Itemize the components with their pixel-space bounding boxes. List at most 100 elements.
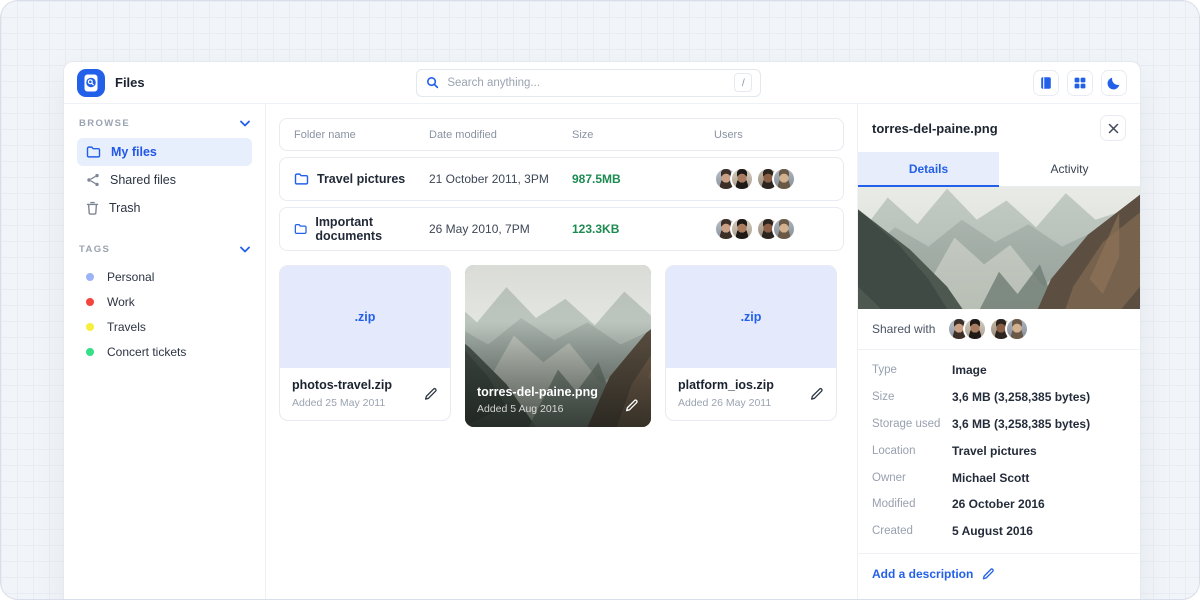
- dark-mode-toggle[interactable]: [1101, 70, 1127, 96]
- close-panel-button[interactable]: [1100, 115, 1126, 141]
- file-added-date: Added 5 Aug 2016: [477, 403, 611, 415]
- chevron-down-icon[interactable]: [240, 120, 250, 127]
- detail-label: Storage used: [872, 418, 952, 430]
- avatar: [730, 217, 754, 241]
- detail-row-storage-used: Storage used 3,6 MB (3,258,385 bytes): [872, 411, 1126, 438]
- detail-value: Michael Scott: [952, 471, 1126, 485]
- avatar: [772, 217, 796, 241]
- share-icon: [86, 173, 100, 187]
- edit-pencil-icon[interactable]: [423, 386, 438, 401]
- panel-file-title: torres-del-paine.png: [872, 121, 998, 136]
- detail-value: 5 August 2016: [952, 524, 1126, 538]
- detail-label: Type: [872, 364, 952, 376]
- edit-pencil-icon[interactable]: [809, 386, 824, 401]
- panel-tabs: Details Activity: [858, 152, 1140, 187]
- files-app-logo-icon: [77, 69, 105, 97]
- folder-table-header: Folder name Date modified Size Users: [279, 118, 844, 151]
- column-header-folder-name: Folder name: [294, 129, 429, 141]
- tags-section-label: Tags: [79, 244, 110, 255]
- detail-label: Created: [872, 525, 952, 537]
- app-title: Files: [115, 75, 145, 90]
- file-card-torres-del-paine[interactable]: torres-del-paine.png Added 5 Aug 2016: [465, 265, 651, 427]
- tag-color-dot: [86, 298, 94, 306]
- detail-label: Modified: [872, 498, 952, 510]
- zip-preview: .zip: [666, 266, 836, 368]
- tag-color-dot: [86, 348, 94, 356]
- detail-row-size: Size 3,6 MB (3,258,385 bytes): [872, 384, 1126, 411]
- tab-activity[interactable]: Activity: [999, 152, 1140, 187]
- tag-item-personal[interactable]: Personal: [77, 264, 252, 289]
- tag-label: Travels: [107, 320, 146, 334]
- detail-label: Owner: [872, 472, 952, 484]
- book-icon: [1038, 75, 1054, 91]
- folder-size: 987.5MB: [572, 172, 714, 186]
- zip-badge: .zip: [741, 310, 762, 324]
- folder-icon: [294, 222, 307, 236]
- file-name: photos-travel.zip: [292, 378, 438, 392]
- screen-background: Files /: [0, 0, 1200, 600]
- tag-label: Personal: [107, 270, 154, 284]
- search-input[interactable]: [447, 77, 734, 89]
- avatar: [1005, 317, 1029, 341]
- detail-row-owner: Owner Michael Scott: [872, 464, 1126, 491]
- browse-section-label: Browse: [79, 118, 130, 129]
- sidebar-item-label: Trash: [109, 201, 141, 215]
- search-bar[interactable]: /: [416, 69, 761, 97]
- topbar-center: /: [145, 69, 1033, 97]
- file-card-photos-travel-zip[interactable]: .zip photos-travel.zip Added 25 May 2011: [279, 265, 451, 421]
- files-app-window: Files /: [63, 61, 1141, 600]
- sidebar-item-trash[interactable]: Trash: [77, 194, 252, 222]
- file-added-date: Added 26 May 2011: [678, 397, 824, 409]
- sidebar-item-label: My files: [111, 145, 157, 159]
- shared-with-label: Shared with: [872, 322, 935, 336]
- folder-icon: [86, 145, 101, 159]
- chevron-down-icon[interactable]: [240, 246, 250, 253]
- grid-view-button[interactable]: [1067, 70, 1093, 96]
- tag-label: Concert tickets: [107, 345, 186, 359]
- detail-row-location: Location Travel pictures: [872, 437, 1126, 464]
- sidebar-item-my-files[interactable]: My files: [77, 138, 252, 166]
- main-content: Folder name Date modified Size Users Tra…: [266, 104, 857, 600]
- detail-row-modified: Modified 26 October 2016: [872, 491, 1126, 518]
- library-button[interactable]: [1033, 70, 1059, 96]
- tab-details[interactable]: Details: [858, 152, 999, 187]
- tag-label: Work: [107, 295, 135, 309]
- close-icon: [1108, 123, 1119, 134]
- moon-icon: [1106, 75, 1122, 91]
- avatar: [730, 167, 754, 191]
- user-avatars: [714, 167, 829, 191]
- folder-name: Important documents: [315, 215, 429, 243]
- add-description-label: Add a description: [872, 567, 973, 581]
- sidebar-item-shared-files[interactable]: Shared files: [77, 166, 252, 194]
- sidebar-item-label: Shared files: [110, 173, 176, 187]
- topbar: Files /: [64, 62, 1140, 104]
- tag-color-dot: [86, 323, 94, 331]
- detail-value: 26 October 2016: [952, 497, 1126, 511]
- detail-value: Travel pictures: [952, 444, 1126, 458]
- date-modified: 26 May 2010, 7PM: [429, 222, 572, 236]
- column-header-size: Size: [572, 129, 714, 141]
- detail-value: Image: [952, 363, 1126, 377]
- detail-label: Size: [872, 391, 952, 403]
- table-row-important-documents[interactable]: Important documents 26 May 2010, 7PM 123…: [279, 207, 844, 251]
- tag-item-work[interactable]: Work: [77, 289, 252, 314]
- add-description-button[interactable]: Add a description: [858, 554, 1140, 594]
- file-preview-image: [858, 187, 1140, 309]
- details-panel: torres-del-paine.png Details Activity: [857, 104, 1140, 600]
- column-header-users: Users: [714, 129, 829, 141]
- search-shortcut-badge: /: [734, 73, 752, 92]
- search-icon: [425, 75, 440, 90]
- table-row-travel-pictures[interactable]: Travel pictures 21 October 2011, 3PM 987…: [279, 157, 844, 201]
- file-name: platform_ios.zip: [678, 378, 824, 392]
- grid-icon: [1072, 75, 1088, 91]
- folder-icon: [294, 172, 309, 186]
- sidebar: Browse My files: [64, 104, 266, 600]
- user-avatars: [714, 217, 829, 241]
- tag-color-dot: [86, 273, 94, 281]
- detail-row-created: Created 5 August 2016: [872, 518, 1126, 545]
- edit-pencil-icon[interactable]: [624, 398, 639, 413]
- tag-item-concert-tickets[interactable]: Concert tickets: [77, 339, 252, 364]
- tag-item-travels[interactable]: Travels: [77, 314, 252, 339]
- file-card-platform-ios-zip[interactable]: .zip platform_ios.zip Added 26 May 2011: [665, 265, 837, 421]
- mountain-photo-preview: [858, 187, 1140, 309]
